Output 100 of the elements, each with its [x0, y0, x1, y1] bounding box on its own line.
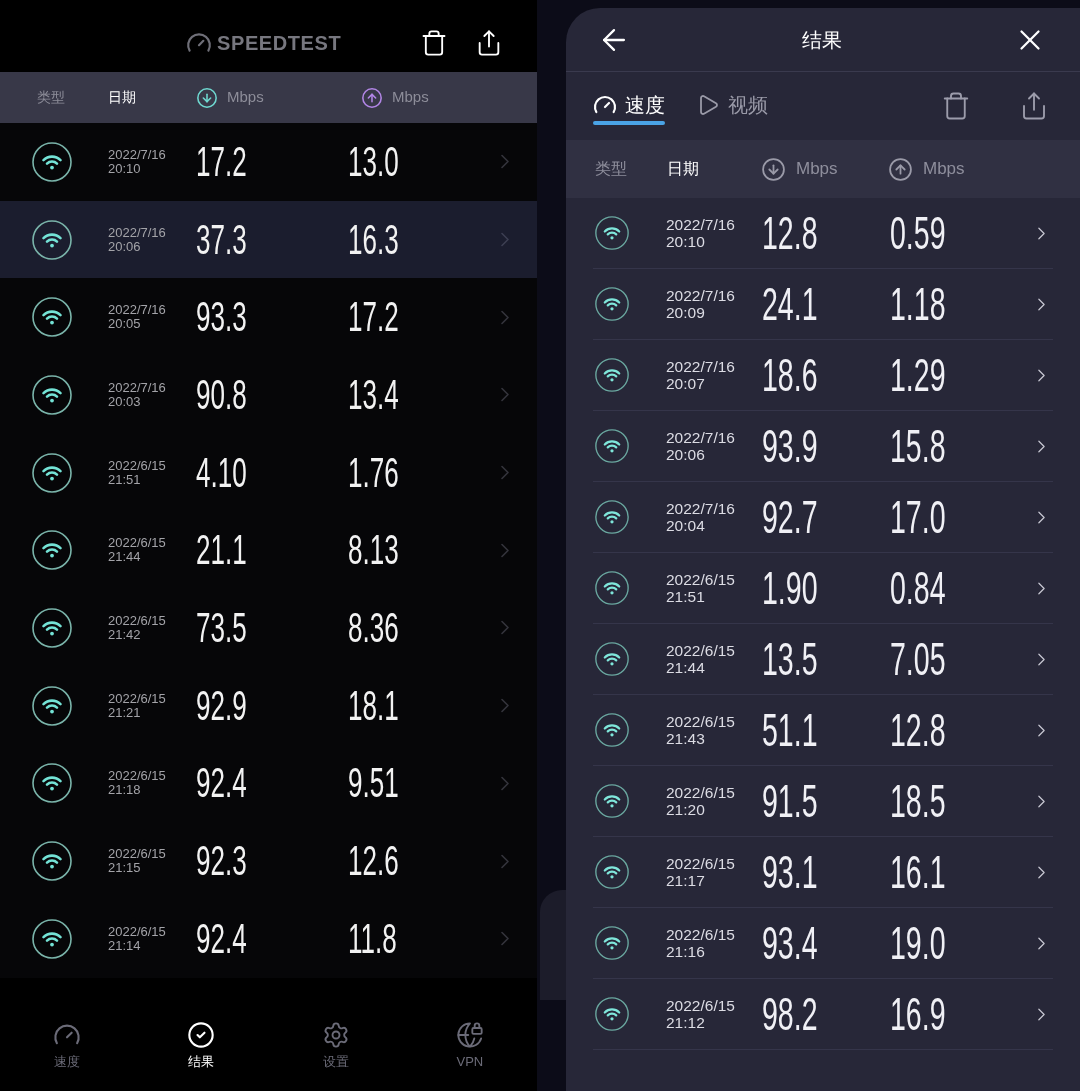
download-speed: 1.90	[762, 565, 818, 611]
column-header[interactable]: Mbps	[392, 86, 429, 109]
test-time: 20:10	[666, 233, 706, 250]
upload-speed: 12.6	[348, 840, 399, 883]
result-row[interactable]: 2022/6/15 21:51 4.10 1.76	[0, 433, 537, 512]
test-date: 2022/6/15	[666, 855, 736, 872]
wifi-icon	[595, 358, 629, 392]
column-header[interactable]: Mbps	[796, 156, 838, 182]
tab[interactable]: 视频	[696, 87, 768, 125]
wifi-icon	[32, 841, 72, 882]
upload-speed: 16.9	[890, 991, 946, 1037]
download-speed: 91.5	[762, 778, 818, 824]
upload-speed: 9.51	[348, 762, 399, 805]
wifi-icon	[595, 429, 629, 463]
result-row[interactable]: 2022/7/16 20:06 37.3 16.3	[0, 200, 537, 279]
test-time: 20:05	[108, 317, 142, 332]
test-date: 2022/6/15	[108, 613, 167, 628]
chevron-right-icon	[501, 387, 509, 403]
column-header[interactable]: 日期	[108, 87, 136, 108]
nav-tab[interactable]: 速度	[53, 1012, 82, 1091]
result-row[interactable]: 2022/6/15 21:15 92.3 12.6	[0, 822, 537, 900]
download-speed: 93.3	[196, 296, 247, 339]
test-time: 21:20	[666, 801, 706, 818]
tab[interactable]: 速度	[593, 87, 665, 125]
wifi-icon	[595, 216, 629, 250]
download-speed: 90.8	[196, 373, 247, 416]
chevron-right-icon	[501, 698, 509, 714]
chevron-right-icon	[501, 154, 509, 170]
test-date: 2022/7/16	[108, 380, 167, 395]
wifi-icon	[32, 219, 72, 260]
download-speed: 92.7	[762, 494, 818, 540]
download-speed: 98.2	[762, 991, 818, 1037]
test-time: 21:17	[666, 872, 706, 889]
upload-speed: 1.29	[890, 352, 946, 398]
download-speed: 93.1	[762, 849, 818, 895]
nav-tab[interactable]: VPN	[455, 1012, 484, 1091]
column-header[interactable]: 日期	[667, 157, 699, 181]
download-speed: 93.4	[762, 920, 818, 966]
result-row[interactable]: 2022/7/16 20:05 93.3 17.2	[0, 278, 537, 357]
wifi-icon	[595, 571, 629, 605]
result-row[interactable]: 2022/6/15 21:18 92.4 9.51	[0, 744, 537, 823]
result-row[interactable]: 2022/6/15 21:21 92.9 18.1	[0, 666, 537, 745]
upload-speed: 13.0	[348, 140, 399, 183]
test-date: 2022/6/15	[666, 784, 736, 801]
test-date: 2022/6/15	[666, 571, 736, 588]
test-time: 21:43	[666, 730, 706, 747]
wifi-icon	[595, 713, 629, 747]
test-time: 20:04	[666, 517, 706, 534]
arrow-down-circle-icon	[761, 156, 786, 182]
nav-tab[interactable]: 设置	[321, 1012, 350, 1091]
wifi-icon	[595, 287, 629, 321]
download-speed: 37.3	[196, 218, 247, 261]
download-speed: 92.4	[196, 917, 247, 960]
column-header[interactable]: 类型	[37, 87, 65, 108]
test-date: 2022/6/15	[108, 847, 167, 862]
download-speed: 92.4	[196, 762, 247, 805]
result-row[interactable]: 2022/7/16 20:03 90.8 13.4	[0, 356, 537, 434]
column-header[interactable]: Mbps	[923, 156, 965, 182]
result-row[interactable]: 2022/6/15 21:14 92.4 11.8	[0, 899, 537, 978]
result-row[interactable]: 2022/6/15 21:42 73.5 8.36	[0, 589, 537, 667]
test-date: 2022/6/15	[666, 642, 736, 659]
wifi-icon	[32, 374, 72, 415]
chevron-right-icon	[501, 542, 509, 558]
chevron-right-icon	[1038, 297, 1045, 311]
upload-speed: 0.59	[890, 210, 946, 256]
test-date: 2022/7/16	[108, 303, 167, 318]
result-row[interactable]: 2022/7/16 20:10 17.2 13.0	[0, 123, 537, 201]
test-time: 20:10	[108, 161, 142, 176]
arrow-up-circle-icon	[361, 86, 383, 109]
trash-icon	[420, 29, 448, 57]
delete-button[interactable]	[420, 29, 448, 57]
nav-tab[interactable]: 结果	[187, 1012, 216, 1091]
test-date: 2022/6/15	[108, 691, 167, 706]
upload-speed: 16.3	[348, 218, 399, 261]
chevron-right-icon	[501, 853, 509, 869]
upload-speed: 18.1	[348, 684, 399, 727]
column-header[interactable]: Mbps	[227, 86, 264, 109]
test-date: 2022/6/15	[666, 926, 736, 943]
chevron-right-icon	[1038, 368, 1045, 382]
wifi-icon	[595, 784, 629, 818]
chevron-right-icon	[1038, 936, 1045, 950]
column-header[interactable]: 类型	[595, 157, 627, 181]
chevron-right-icon	[1038, 581, 1045, 595]
test-date: 2022/7/16	[666, 287, 736, 304]
window-title: 结果	[802, 27, 842, 53]
chevron-right-icon	[1038, 439, 1045, 453]
chevron-right-icon	[501, 931, 509, 947]
test-time: 21:21	[108, 705, 142, 720]
test-time: 21:16	[666, 943, 706, 960]
arrow-up-circle-icon	[888, 156, 913, 182]
upload-speed: 0.84	[890, 565, 946, 611]
test-date: 2022/6/15	[108, 458, 167, 473]
download-speed: 92.9	[196, 684, 247, 727]
chevron-right-icon	[1038, 226, 1045, 240]
chevron-right-icon	[501, 232, 509, 248]
download-speed: 93.9	[762, 423, 818, 469]
chevron-right-icon	[501, 775, 509, 791]
result-row[interactable]: 2022/6/15 21:44 21.1 8.13	[0, 511, 537, 590]
wifi-icon	[595, 926, 629, 960]
download-speed: 73.5	[196, 606, 247, 649]
